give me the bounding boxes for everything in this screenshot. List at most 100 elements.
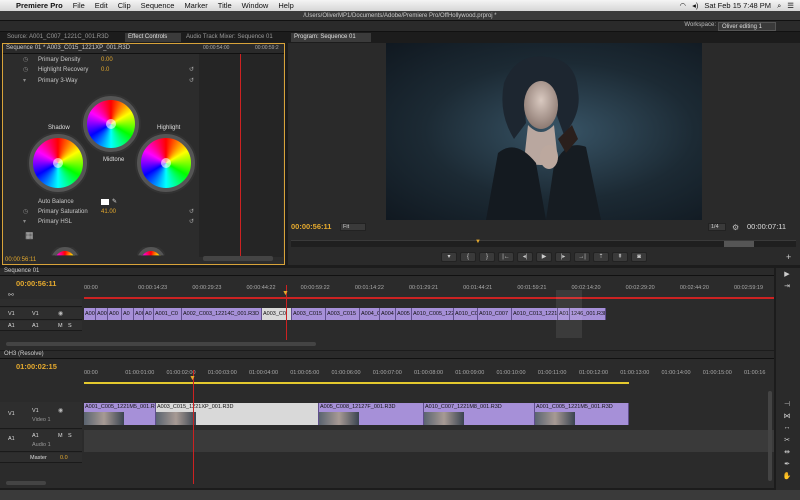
track-target-v1[interactable]: V1 (32, 408, 39, 414)
scrub-zoom-handle[interactable] (724, 241, 754, 247)
timeline-clip[interactable]: A004 (380, 308, 396, 320)
pen-tool-icon[interactable]: ✒ (780, 460, 794, 470)
search-icon[interactable]: ⌕ (777, 1, 781, 11)
track-select-tool-icon[interactable]: ⇥ (780, 282, 794, 292)
hand-tool-icon[interactable]: ✋ (780, 472, 794, 482)
rolling-edit-tool-icon[interactable]: ⋈ (780, 412, 794, 422)
vertical-scrollbar[interactable] (768, 391, 772, 481)
timeline-clip[interactable]: A010_C00 (454, 308, 478, 320)
timeline-clip[interactable]: A001 (84, 308, 96, 320)
tab-audio-track-mixer[interactable]: Audio Track Mixer: Sequence 01 (183, 33, 285, 42)
volume-icon[interactable]: ◂) (692, 1, 698, 10)
mute-icon[interactable]: M (58, 433, 63, 439)
tab-sequence-01[interactable]: Sequence 01 (4, 268, 39, 274)
stopwatch-icon[interactable]: ◷ (23, 55, 28, 65)
timeline-clip[interactable]: A003_C015 (326, 308, 360, 320)
track-source-a1[interactable]: A1 (8, 436, 15, 442)
track-target-v1[interactable]: V1 (32, 311, 39, 317)
mark-out-button[interactable]: } (479, 252, 495, 262)
timeline-clip[interactable]: A003_C0 (262, 308, 292, 320)
rate-stretch-tool-icon[interactable]: ↔ (780, 424, 794, 434)
solo-icon[interactable]: S (68, 323, 72, 329)
reset-icon[interactable]: ↺ (189, 76, 194, 86)
mute-icon[interactable]: M (58, 323, 63, 329)
quality-dropdown[interactable]: 1/4 (708, 223, 726, 231)
playhead-marker[interactable]: ▼ (189, 375, 196, 382)
ripple-edit-tool-icon[interactable]: ⊣ (780, 400, 794, 410)
row-value[interactable]: 0.00 (101, 55, 113, 65)
timeline-clip[interactable]: A0 (122, 308, 134, 320)
reset-icon[interactable]: ↺ (189, 217, 194, 227)
timeline-clip[interactable]: A004_C (360, 308, 380, 320)
row-value[interactable]: 41.00 (101, 207, 116, 217)
reset-icon[interactable]: ↺ (189, 65, 194, 75)
track-target-a1[interactable]: A1 (32, 433, 39, 439)
timeline-clip[interactable]: A005 (396, 308, 412, 320)
track-target-a1[interactable]: A1 (32, 323, 39, 329)
go-to-out-button[interactable]: →| (574, 252, 590, 262)
wifi-icon[interactable]: ◠ (680, 1, 687, 10)
highlight-color-wheel[interactable] (137, 134, 195, 192)
oh3-timecode[interactable]: 01:00:02:15 (16, 362, 57, 371)
disclosure-triangle-icon[interactable]: ▾ (23, 76, 26, 86)
tab-source[interactable]: Source: A001_C007_1221C_001.R3D (4, 33, 122, 42)
menu-sequence[interactable]: Sequence (141, 1, 175, 10)
mark-in-button[interactable]: { (460, 252, 476, 262)
list-icon[interactable]: ☰ (787, 1, 794, 10)
program-timecode[interactable]: 00:00:56:11 (291, 222, 331, 231)
horizontal-scrollbar[interactable] (6, 481, 46, 485)
horizontal-scrollbar[interactable] (6, 342, 316, 346)
program-scrub-bar[interactable]: ▼ (291, 239, 796, 247)
timeline-clip[interactable]: A005_C008_12127F_001.R3D (319, 403, 424, 425)
oh3-ruler[interactable]: 00:00 01:00:01:00 01:00:02:00 01:00:03:00 01… (84, 370, 774, 380)
timeline-clip[interactable]: A0 (144, 308, 154, 320)
effect-controls-timecode[interactable]: 00:00:56:11 (5, 257, 36, 263)
menu-edit[interactable]: Edit (95, 1, 108, 10)
program-video-frame[interactable] (386, 43, 702, 220)
snap-icon[interactable]: ⚯ (8, 291, 14, 299)
play-button[interactable]: ▶ (536, 252, 552, 262)
timeline-clip[interactable]: A00 (108, 308, 122, 320)
timeline-clip[interactable]: A002_C003_12214C_001.R3D (182, 308, 262, 320)
timeline-clip[interactable]: A00 (134, 308, 144, 320)
timeline-clip[interactable]: A001_C005_1221M5_001.R3D (84, 403, 156, 425)
timeline-clip[interactable]: A00 (96, 308, 108, 320)
timeline-clip[interactable]: A003_C015 (292, 308, 326, 320)
reset-icon[interactable]: ↺ (189, 207, 194, 217)
tab-program-monitor[interactable]: Program: Sequence 01 (291, 33, 371, 42)
track-source-a1[interactable]: A1 (8, 323, 15, 329)
timeline-clip[interactable]: A001_C005_1221M5_001.R3D (535, 403, 629, 425)
disclosure-triangle-icon[interactable]: ▾ (23, 217, 26, 227)
solo-icon[interactable]: S (68, 433, 72, 439)
work-area-bar[interactable] (84, 382, 629, 384)
stopwatch-icon[interactable]: ◷ (23, 207, 28, 217)
sequence-01-ruler[interactable]: 00:00 00:00:14:23 00:00:29:23 00:00:44:22 00… (84, 285, 774, 295)
menu-help[interactable]: Help (278, 1, 293, 10)
tab-effect-controls[interactable]: Effect Controls (125, 33, 181, 42)
track-source-v1[interactable]: V1 (8, 311, 15, 317)
timeline-clip[interactable]: A010_C005_1221M2 (412, 308, 454, 320)
track-source-v1[interactable]: V1 (8, 411, 15, 417)
color-swatch[interactable] (101, 199, 109, 205)
lift-button[interactable]: ⇡ (593, 252, 609, 262)
eye-icon[interactable]: ◉ (58, 407, 63, 414)
timeline-clip[interactable]: A001_C0 (154, 308, 182, 320)
slip-tool-icon[interactable]: ⇹ (780, 448, 794, 458)
add-marker-button[interactable]: ▾ (441, 252, 457, 262)
app-menu[interactable]: Premiere Pro (16, 1, 63, 10)
eyedropper-icon[interactable]: ✎ (112, 197, 117, 207)
timeline-clip[interactable]: A010_C007 (478, 308, 512, 320)
grid-icon[interactable]: ▦ (25, 230, 34, 241)
playhead-marker[interactable]: ▼ (282, 290, 289, 297)
midtone-color-wheel[interactable] (83, 96, 139, 152)
menu-marker[interactable]: Marker (184, 1, 207, 10)
wrench-icon[interactable]: ⚙ (732, 223, 739, 232)
menu-clip[interactable]: Clip (118, 1, 131, 10)
workspace-select[interactable]: Oliver editing 1 (718, 22, 776, 31)
fit-dropdown[interactable]: Fit (340, 223, 366, 231)
row-value[interactable]: 0.0 (101, 65, 109, 75)
go-to-in-button[interactable]: |← (498, 252, 514, 262)
shadow-color-wheel[interactable] (29, 134, 87, 192)
eye-icon[interactable]: ◉ (58, 310, 63, 317)
stopwatch-icon[interactable]: ◷ (23, 65, 28, 75)
